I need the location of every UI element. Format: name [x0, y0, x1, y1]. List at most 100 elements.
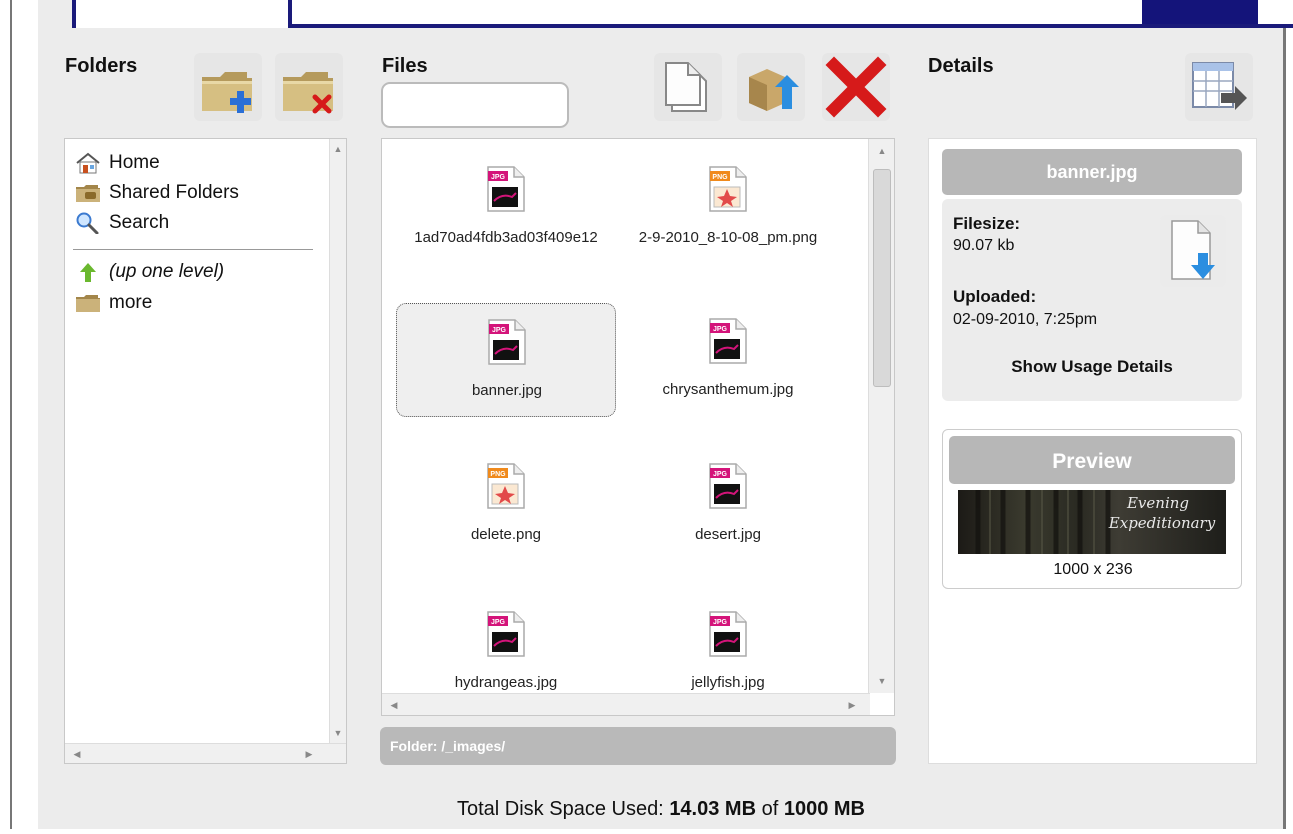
file-list: JPG 1ad70ad4fdb3ad03f409e12 PNG 2-9-2010_8-… — [381, 138, 895, 716]
jpg-file-icon: JPG — [709, 611, 747, 657]
disk-usage-label: Total Disk Space Used: — [456, 798, 664, 820]
disk-usage-total: 1000 MB — [783, 798, 865, 820]
new-file-icon — [665, 62, 707, 112]
download-icon — [1171, 220, 1215, 280]
folder-up-level-label: (up one level) — [109, 261, 225, 282]
disk-usage-used: 14.03 MB — [669, 798, 757, 820]
folder-search[interactable]: Search — [75, 210, 169, 236]
file-item[interactable]: PNG 2-9-2010_8-10-08_pm.png — [618, 151, 838, 265]
current-folder-path: Folder: /_images/ — [380, 727, 896, 765]
details-panel: Details banner.jpg Filesize: 90.07 kb Up… — [917, 41, 1268, 776]
window-border-left — [10, 0, 12, 829]
folder-tree-hscroll[interactable]: ◀ ▶ — [65, 743, 346, 763]
folder-tree-vscroll[interactable]: ▲ ▼ — [329, 139, 346, 743]
export-table-icon — [1192, 62, 1247, 110]
jpg-file-icon: JPG — [709, 463, 747, 509]
folder-shared-label: Shared Folders — [109, 182, 239, 203]
preview-text-line2: Expeditionary — [1108, 514, 1216, 532]
tab-active[interactable] — [72, 0, 292, 28]
file-item[interactable]: PNG delete.png — [396, 448, 616, 562]
preview-dimensions: 1000 x 236 — [1053, 561, 1133, 578]
export-button[interactable] — [1185, 53, 1253, 121]
scroll-thumb[interactable] — [873, 169, 891, 387]
scroll-left-arrow[interactable]: ◀ — [386, 697, 402, 713]
file-type-badge: JPG — [492, 327, 507, 334]
file-type-badge: JPG — [713, 619, 728, 626]
uploaded-label: Uploaded: — [953, 287, 1037, 306]
upload-icon — [749, 69, 799, 111]
scroll-down-arrow[interactable]: ▼ — [874, 673, 890, 689]
jpg-file-icon: JPG — [709, 318, 747, 364]
file-name: 2-9-2010_8-10-08_pm.png — [638, 229, 818, 246]
folder-add-icon — [202, 72, 252, 113]
folders-panel: Folders Home Shared Folders Search (up o… — [54, 41, 360, 776]
filesize-label: Filesize: — [953, 214, 1021, 233]
preview-text-line1: Evening — [1126, 494, 1190, 512]
png-file-icon: PNG — [487, 463, 525, 509]
file-item[interactable]: JPG 1ad70ad4fdb3ad03f409e12 — [396, 151, 616, 265]
shared-folder-icon — [75, 182, 101, 204]
filesize-value: 90.07 kb — [953, 237, 1015, 254]
file-search-input[interactable] — [381, 82, 569, 128]
new-file-button[interactable] — [654, 53, 722, 121]
jpg-file-icon: JPG — [487, 611, 525, 657]
search-icon — [75, 212, 101, 235]
folder-more-label: more — [109, 292, 153, 313]
scroll-up-arrow[interactable]: ▲ — [874, 143, 890, 159]
tab-strip — [38, 0, 1293, 28]
up-arrow-icon — [75, 261, 101, 283]
tab-right[interactable] — [1142, 0, 1258, 24]
jpg-file-icon: JPG — [488, 319, 526, 365]
file-list-hscroll[interactable]: ◀ ▶ — [382, 693, 870, 715]
scroll-up-arrow[interactable]: ▲ — [330, 141, 346, 157]
file-name: banner.jpg — [471, 382, 543, 399]
folder-home-label: Home — [109, 152, 160, 173]
folders-title: Folders — [65, 55, 138, 77]
file-name: 1ad70ad4fdb3ad03f409e12 — [414, 229, 598, 246]
selected-filename: banner.jpg — [942, 149, 1242, 195]
show-usage-details-link[interactable]: Show Usage Details — [942, 357, 1242, 377]
scroll-right-arrow[interactable]: ▶ — [301, 746, 317, 762]
folder-search-label: Search — [109, 212, 170, 233]
folder-separator — [73, 249, 313, 250]
files-panel: Files JPG 1ad70ad4fdb3ad03f409e12 PNG 2-9-2… — [370, 41, 906, 776]
scroll-left-arrow[interactable]: ◀ — [69, 746, 85, 762]
file-type-badge: JPG — [713, 471, 728, 478]
home-icon — [75, 152, 101, 174]
preview-box: Preview Evening Expeditionary 1000 x 236 — [942, 429, 1242, 589]
file-item[interactable]: JPG chrysanthemum.jpg — [618, 303, 838, 417]
delete-icon — [825, 56, 887, 118]
file-name: hydrangeas.jpg — [454, 674, 558, 691]
window-border-right — [1283, 0, 1286, 829]
delete-folder-button[interactable] — [275, 53, 343, 121]
file-info-box: Filesize: 90.07 kb Uploaded: 02-09-2010,… — [942, 199, 1242, 401]
disk-usage-bar: Total Disk Space Used: 14.03 MB of 1000 … — [54, 784, 1268, 829]
file-item[interactable]: JPG desert.jpg — [618, 448, 838, 562]
upload-button[interactable] — [737, 53, 805, 121]
scroll-down-arrow[interactable]: ▼ — [330, 725, 346, 741]
folder-delete-icon — [283, 72, 333, 114]
file-type-badge: JPG — [713, 326, 728, 333]
download-button[interactable] — [1160, 215, 1226, 287]
files-title: Files — [382, 55, 428, 77]
folder-home[interactable]: Home — [75, 150, 160, 176]
png-file-icon: PNG — [709, 166, 747, 212]
file-item[interactable]: JPG banner.jpg — [396, 303, 616, 417]
jpg-file-icon: JPG — [487, 166, 525, 212]
folder-more[interactable]: more — [75, 290, 152, 316]
file-type-badge: JPG — [491, 619, 506, 626]
folder-tree: Home Shared Folders Search (up one level… — [64, 138, 347, 764]
scroll-right-arrow[interactable]: ▶ — [844, 697, 860, 713]
file-name: delete.png — [470, 526, 542, 543]
file-list-vscroll[interactable]: ▲ ▼ — [868, 139, 894, 693]
folder-shared[interactable]: Shared Folders — [75, 180, 239, 206]
file-type-badge: JPG — [491, 174, 506, 181]
delete-file-button[interactable] — [822, 53, 890, 121]
new-folder-button[interactable] — [194, 53, 262, 121]
file-name: desert.jpg — [695, 526, 761, 543]
file-type-badge: PNG — [712, 174, 728, 181]
file-name: jellyfish.jpg — [691, 674, 765, 691]
file-name: chrysanthemum.jpg — [662, 381, 794, 398]
preview-image: Evening Expeditionary — [958, 490, 1226, 554]
folder-up-level[interactable]: (up one level) — [75, 259, 224, 285]
